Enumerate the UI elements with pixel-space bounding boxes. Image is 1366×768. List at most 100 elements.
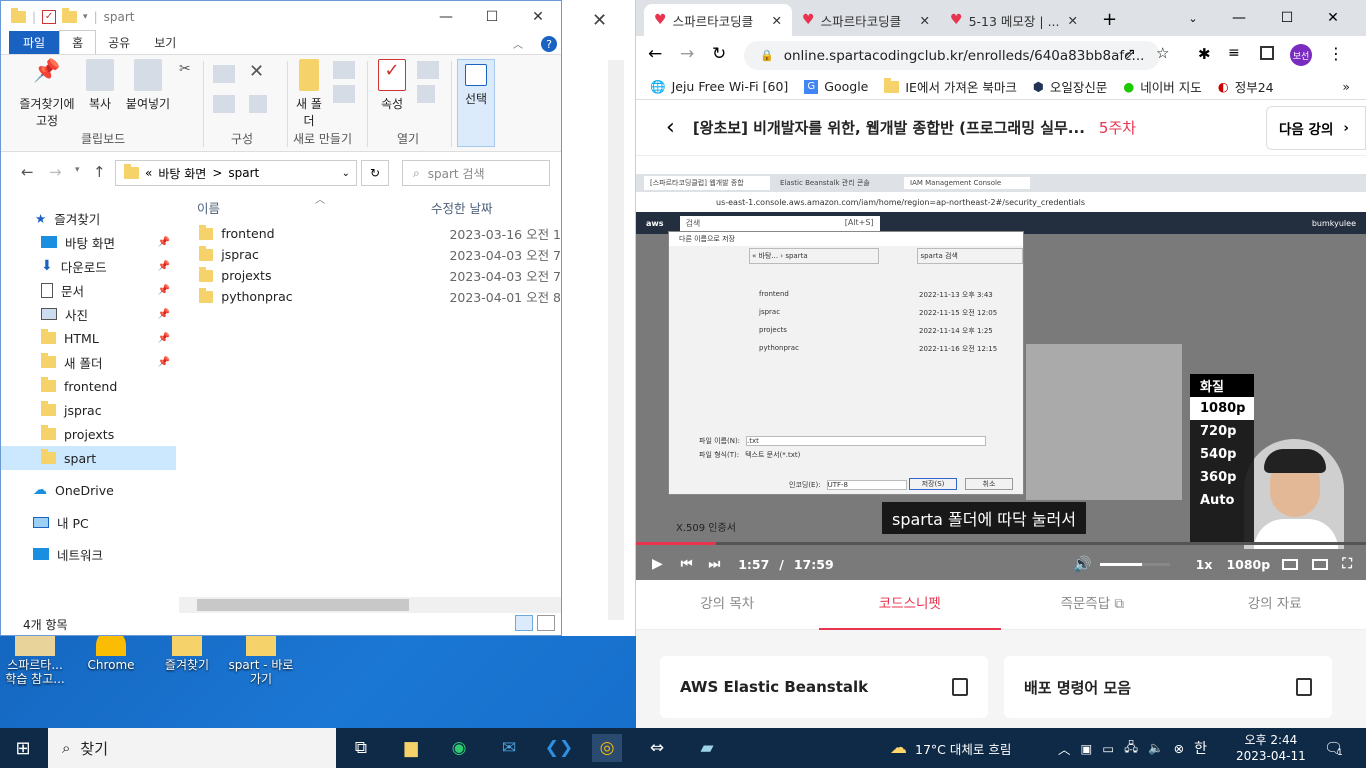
edge-icon[interactable]: ◉	[444, 734, 474, 762]
nav-html[interactable]: HTML 📌	[1, 326, 176, 350]
tab-search-icon[interactable]: ⌄	[1170, 0, 1216, 36]
column-name[interactable]: 이름	[179, 198, 431, 217]
nav-documents[interactable]: 문서 📌	[1, 278, 176, 302]
horizontal-scrollbar[interactable]	[179, 597, 561, 613]
taskbar-search[interactable]: ⌕ 찾기	[48, 728, 336, 768]
pip-icon[interactable]	[1312, 558, 1329, 570]
easy-access-icon[interactable]	[333, 85, 355, 103]
new-folder-icon[interactable]	[62, 7, 78, 23]
nav-pictures[interactable]: 사진 📌	[1, 302, 176, 326]
task-view-icon[interactable]: ⧉	[346, 734, 376, 762]
large-icons-view-icon[interactable]	[537, 615, 555, 631]
copy-to-icon[interactable]	[213, 95, 235, 113]
quality-option-540p[interactable]: 540p	[1190, 443, 1254, 466]
speed-button[interactable]: 1x	[1196, 557, 1213, 572]
browser-tab-2[interactable]: ♥ 스파르타코딩클 ✕	[792, 4, 940, 36]
new-item-icon[interactable]	[333, 61, 355, 79]
recent-chevron-icon[interactable]: ▾	[75, 165, 80, 175]
minimize-button[interactable]: —	[1216, 0, 1262, 36]
pin-to-quick-access-button[interactable]: 📌 즐겨찾기에 고정	[15, 59, 79, 129]
chrome-icon[interactable]: ◎	[592, 734, 622, 762]
properties-icon[interactable]: ✓	[42, 9, 57, 24]
file-explorer-icon[interactable]: ▆	[396, 734, 426, 762]
cut-icon[interactable]: ✂	[179, 61, 191, 77]
tab-qna[interactable]: 즉문즉답 ⧉	[1001, 580, 1184, 630]
nav-downloads[interactable]: ⬇ 다운로드 📌	[1, 254, 176, 278]
chevron-down-icon[interactable]: ▾	[83, 12, 88, 22]
nav-jsprac[interactable]: jsprac	[1, 398, 176, 422]
close-tab-icon[interactable]: ✕	[920, 13, 930, 28]
nav-network[interactable]: 네트워크	[1, 542, 176, 566]
minimize-button[interactable]: —	[423, 1, 469, 32]
menu-icon[interactable]: ⋮	[1328, 44, 1344, 63]
play-icon[interactable]: ▶	[652, 556, 663, 572]
close-tab-icon[interactable]: ✕	[1068, 13, 1078, 28]
mail-icon[interactable]: ✉	[494, 734, 524, 762]
new-tab-button[interactable]: +	[1088, 4, 1131, 36]
snippet-card[interactable]: 배포 명령어 모음	[1004, 656, 1332, 718]
close-icon[interactable]: ✕	[592, 10, 607, 31]
scrollbar[interactable]	[608, 60, 624, 620]
breadcrumb-desktop[interactable]: 바탕 화면	[158, 165, 206, 182]
desktop-icon-chrome[interactable]: Chrome	[76, 630, 146, 672]
teamviewer-icon[interactable]: ⇔	[642, 734, 672, 762]
back-chevron-icon[interactable]: ‹	[666, 115, 675, 140]
clock[interactable]: 오후 2:44 2023-04-11	[1236, 728, 1306, 768]
tab-materials[interactable]: 강의 자료	[1184, 580, 1366, 630]
forward-icon[interactable]: →	[49, 163, 62, 181]
file-row[interactable]: jsprac 2023-04-03 오전 7	[179, 244, 561, 265]
network-icon[interactable]: 🖧	[1124, 738, 1138, 759]
windows-start-icon[interactable]: ⊞	[8, 734, 38, 762]
browser-tab-3[interactable]: ♥ 5-13 메모장 | ... ✕	[940, 4, 1088, 36]
chevron-up-icon[interactable]: ︿	[1058, 739, 1071, 758]
snippet-card[interactable]: AWS Elastic Beanstalk	[660, 656, 988, 718]
maximize-button[interactable]: ☐	[469, 1, 515, 32]
tab-home[interactable]: 홈	[59, 30, 97, 54]
file-row[interactable]: frontend 2023-03-16 오전 1	[179, 223, 561, 244]
more-bookmarks-icon[interactable]: »	[1342, 79, 1350, 94]
browser-tab-1[interactable]: ♥ 스파르타코딩클 ✕	[644, 4, 792, 36]
tab-lecture-list[interactable]: 강의 목차	[636, 580, 819, 630]
paste-button[interactable]: 붙여넣기	[121, 59, 175, 112]
bookmark-oiljang[interactable]: ⬢ 오일장신문	[1033, 77, 1107, 96]
notifications-icon[interactable]: 🗨 1	[1324, 728, 1343, 768]
fullscreen-icon[interactable]: ⛶	[1342, 556, 1352, 572]
refresh-button[interactable]: ↻	[361, 160, 389, 186]
tray-app-icon[interactable]: ▣	[1081, 741, 1093, 756]
file-row[interactable]: pythonprac 2023-04-01 오전 8	[179, 286, 561, 307]
nav-projexts[interactable]: projexts	[1, 422, 176, 446]
volume-slider[interactable]	[1099, 562, 1170, 566]
nav-onedrive[interactable]: ☁ OneDrive	[1, 478, 176, 502]
share-icon[interactable]: ⇗	[1124, 46, 1136, 62]
back-icon[interactable]: ←	[21, 163, 34, 181]
forward-icon[interactable]: →	[680, 44, 694, 64]
tab-view[interactable]: 보기	[142, 31, 188, 54]
previous-icon[interactable]: ⏮	[681, 557, 693, 572]
close-button[interactable]: ✕	[515, 1, 561, 32]
quality-button[interactable]: 1080p	[1226, 557, 1270, 572]
select-button[interactable]: 선택	[457, 59, 495, 147]
move-to-icon[interactable]	[213, 65, 235, 83]
up-icon[interactable]: ↑	[93, 163, 106, 181]
chevron-down-icon[interactable]: ⌄	[342, 168, 350, 179]
tab-file[interactable]: 파일	[9, 31, 60, 54]
mic-muted-icon[interactable]: ⊗	[1174, 741, 1184, 756]
bookmark-ie-folder[interactable]: IE에서 가져온 북마크	[884, 77, 1017, 96]
rename-icon[interactable]	[249, 95, 267, 113]
quality-option-1080p[interactable]: 1080p	[1190, 397, 1254, 420]
quality-option-360p[interactable]: 360p	[1190, 466, 1254, 489]
weather-widget[interactable]: ☁ 17°C 대체로 흐림	[890, 728, 1011, 768]
search-input[interactable]: ⌕ spart 검색	[402, 160, 550, 186]
nav-spart[interactable]: spart	[1, 446, 176, 470]
quality-option-auto[interactable]: Auto	[1190, 489, 1254, 512]
battery-icon[interactable]: ▭	[1102, 741, 1114, 756]
bookmark-naver-map[interactable]: ● 네이버 지도	[1123, 77, 1201, 96]
breadcrumb-spart[interactable]: spart	[228, 166, 259, 180]
column-date[interactable]: 수정한 날짜	[431, 198, 492, 217]
properties-button[interactable]: ✓ 속성	[375, 59, 409, 112]
nav-quick-access[interactable]: ★ 즐겨찾기	[1, 206, 176, 230]
desktop-icon-spart-shortcut[interactable]: spart - 바로 가기	[226, 630, 296, 686]
nav-this-pc[interactable]: 내 PC	[1, 510, 176, 534]
help-icon[interactable]: ?	[541, 36, 557, 52]
collapse-ribbon-icon[interactable]: ︿	[501, 33, 535, 54]
